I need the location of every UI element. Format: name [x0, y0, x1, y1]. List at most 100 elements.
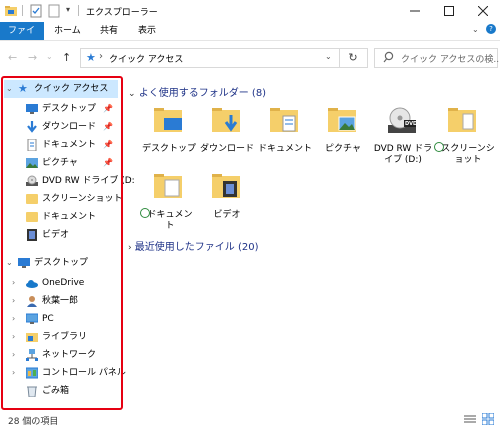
desktop-icon: [18, 257, 30, 269]
nav-item-onedrive[interactable]: › OneDrive: [0, 274, 122, 292]
tab-share[interactable]: 共有: [92, 22, 126, 40]
nav-item-network[interactable]: › ネットワーク: [0, 346, 122, 364]
search-input[interactable]: クイック アクセスの検...: [374, 48, 500, 68]
pin-icon[interactable]: 📌: [103, 100, 113, 118]
forward-arrow-icon[interactable]: →: [28, 51, 37, 64]
minimize-button[interactable]: [398, 0, 432, 22]
nav-item-dvd-drive[interactable]: DVD RW ドライブ (D:: [0, 172, 135, 190]
expand-chevron-icon[interactable]: ⌄: [6, 80, 13, 98]
folder-download-icon: [211, 106, 241, 136]
nav-item-desktop[interactable]: デスクトップ 📌: [0, 100, 122, 118]
properties-icon[interactable]: [30, 4, 42, 18]
star-icon: ★: [86, 51, 96, 64]
refresh-icon[interactable]: ↻: [339, 49, 366, 67]
search-icon: [383, 51, 394, 66]
nav-item-downloads[interactable]: ダウンロード 📌: [0, 118, 122, 136]
expand-chevron-icon[interactable]: ›: [128, 243, 132, 253]
folder-document-icon: [269, 106, 299, 136]
collapse-chevron-icon[interactable]: ›: [12, 364, 15, 382]
up-arrow-icon[interactable]: ↑: [62, 51, 71, 64]
nav-item-control-panel[interactable]: › コントロール パネル: [0, 364, 126, 382]
tab-file[interactable]: ファイル: [0, 22, 44, 54]
expand-chevron-icon[interactable]: ⌄: [6, 254, 13, 272]
customize-toolbar-icon[interactable]: ▾: [66, 5, 74, 19]
pin-icon[interactable]: 📌: [103, 118, 113, 136]
tile-documents[interactable]: ドキュメント: [254, 106, 316, 166]
collapse-chevron-icon[interactable]: ⌄: [128, 89, 136, 99]
back-arrow-icon[interactable]: ←: [8, 51, 17, 64]
expand-ribbon-icon[interactable]: ⌄: [472, 25, 479, 34]
nav-item-screenshots[interactable]: スクリーンショット: [0, 190, 123, 208]
collapse-chevron-icon[interactable]: ›: [12, 328, 15, 346]
nav-item-pc[interactable]: › PC: [0, 310, 122, 328]
large-icons-view-icon[interactable]: [481, 412, 495, 428]
tab-view[interactable]: 表示: [130, 22, 164, 40]
folder-pictures-icon: [327, 106, 357, 136]
pin-icon[interactable]: 📌: [103, 136, 113, 154]
nav-item-libraries[interactable]: › ライブラリ: [0, 328, 122, 346]
nav-item-recycle-bin[interactable]: ごみ箱: [0, 382, 122, 400]
nav-item-label: コントロール パネル: [42, 368, 126, 378]
library-icon: [26, 331, 38, 343]
tile-desktop[interactable]: デスクトップ: [138, 106, 200, 166]
nav-item-pictures[interactable]: ピクチャ 📌: [0, 154, 122, 172]
control-panel-icon: [25, 367, 39, 379]
nav-item-desktop-root[interactable]: ⌄ デスクトップ: [0, 254, 122, 272]
collapse-chevron-icon[interactable]: ›: [12, 346, 15, 364]
nav-item-documents[interactable]: ドキュメント 📌: [0, 136, 122, 154]
nav-item-label: OneDrive: [42, 278, 85, 288]
tab-home[interactable]: ホーム: [46, 22, 89, 40]
network-icon: [26, 349, 38, 361]
collapse-chevron-icon[interactable]: ›: [12, 274, 15, 292]
nav-item-documents-2[interactable]: ドキュメント: [0, 208, 122, 226]
collapse-chevron-icon[interactable]: ›: [12, 310, 15, 328]
breadcrumb[interactable]: クイック アクセス: [109, 52, 183, 65]
nav-item-quick-access[interactable]: ⌄ ★ クイック アクセス: [4, 80, 118, 98]
maximize-button[interactable]: [432, 0, 466, 22]
tile-label: ピクチャ: [325, 144, 361, 154]
tile-label: ビデオ: [213, 210, 241, 220]
cloud-icon: [26, 277, 38, 289]
group-header-recent[interactable]: › 最近使用したファイル (20): [128, 238, 259, 253]
tile-pictures[interactable]: ピクチャ: [312, 106, 374, 166]
video-icon: [26, 229, 38, 241]
star-icon: ★: [18, 82, 28, 95]
download-icon: [26, 121, 38, 133]
close-button[interactable]: [466, 0, 500, 22]
tile-label: スクリーンショット: [441, 144, 495, 165]
document-icon: [26, 138, 38, 152]
folder-icon: [153, 172, 183, 202]
recent-locations-icon[interactable]: ⌄: [46, 52, 53, 61]
group-header-frequent[interactable]: ⌄ よく使用するフォルダー (8): [128, 84, 266, 99]
nav-item-label: PC: [42, 314, 54, 324]
tile-videos[interactable]: ビデオ: [196, 172, 258, 232]
tile-screenshots[interactable]: スクリーンショット: [432, 106, 495, 166]
pin-icon[interactable]: 📌: [103, 154, 113, 172]
group-header-label: よく使用するフォルダー (8): [138, 88, 267, 99]
tile-downloads[interactable]: ダウンロード: [196, 106, 258, 166]
nav-item-videos[interactable]: ビデオ: [0, 226, 122, 244]
address-bar[interactable]: ★ › クイック アクセス ⌄ ↻: [80, 48, 368, 68]
pictures-icon: [26, 157, 38, 169]
nav-item-user[interactable]: › 秋葉一郎: [0, 292, 122, 310]
tile-label: ドキュメント: [147, 210, 193, 231]
nav-item-label: DVD RW ドライブ (D:: [42, 176, 135, 186]
new-folder-icon[interactable]: [48, 4, 60, 18]
tile-dvd-drive[interactable]: DVD DVD RW ドライブ (D:): [372, 106, 434, 166]
details-view-icon[interactable]: [464, 414, 476, 427]
recycle-bin-icon: [26, 385, 38, 398]
nav-item-label: デスクトップ: [34, 258, 89, 268]
tile-documents-2[interactable]: ドキュメント: [138, 172, 200, 232]
tile-label: デスクトップ: [141, 144, 196, 154]
dvd-drive-icon: [26, 175, 38, 187]
group-header-label: 最近使用したファイル (20): [134, 242, 259, 253]
divider: [78, 5, 79, 16]
nav-item-label: ネットワーク: [42, 350, 97, 360]
navigation-pane: ⌄ ★ クイック アクセス デスクトップ 📌 ダウンロード 📌 ドキュメント 📌…: [0, 76, 135, 406]
collapse-chevron-icon[interactable]: ›: [12, 292, 15, 310]
desktop-icon: [26, 103, 38, 115]
help-icon[interactable]: ?: [486, 24, 496, 34]
nav-item-label: ダウンロード: [42, 122, 97, 132]
address-dropdown-icon[interactable]: ⌄: [325, 52, 332, 61]
folder-icon: [26, 212, 38, 222]
